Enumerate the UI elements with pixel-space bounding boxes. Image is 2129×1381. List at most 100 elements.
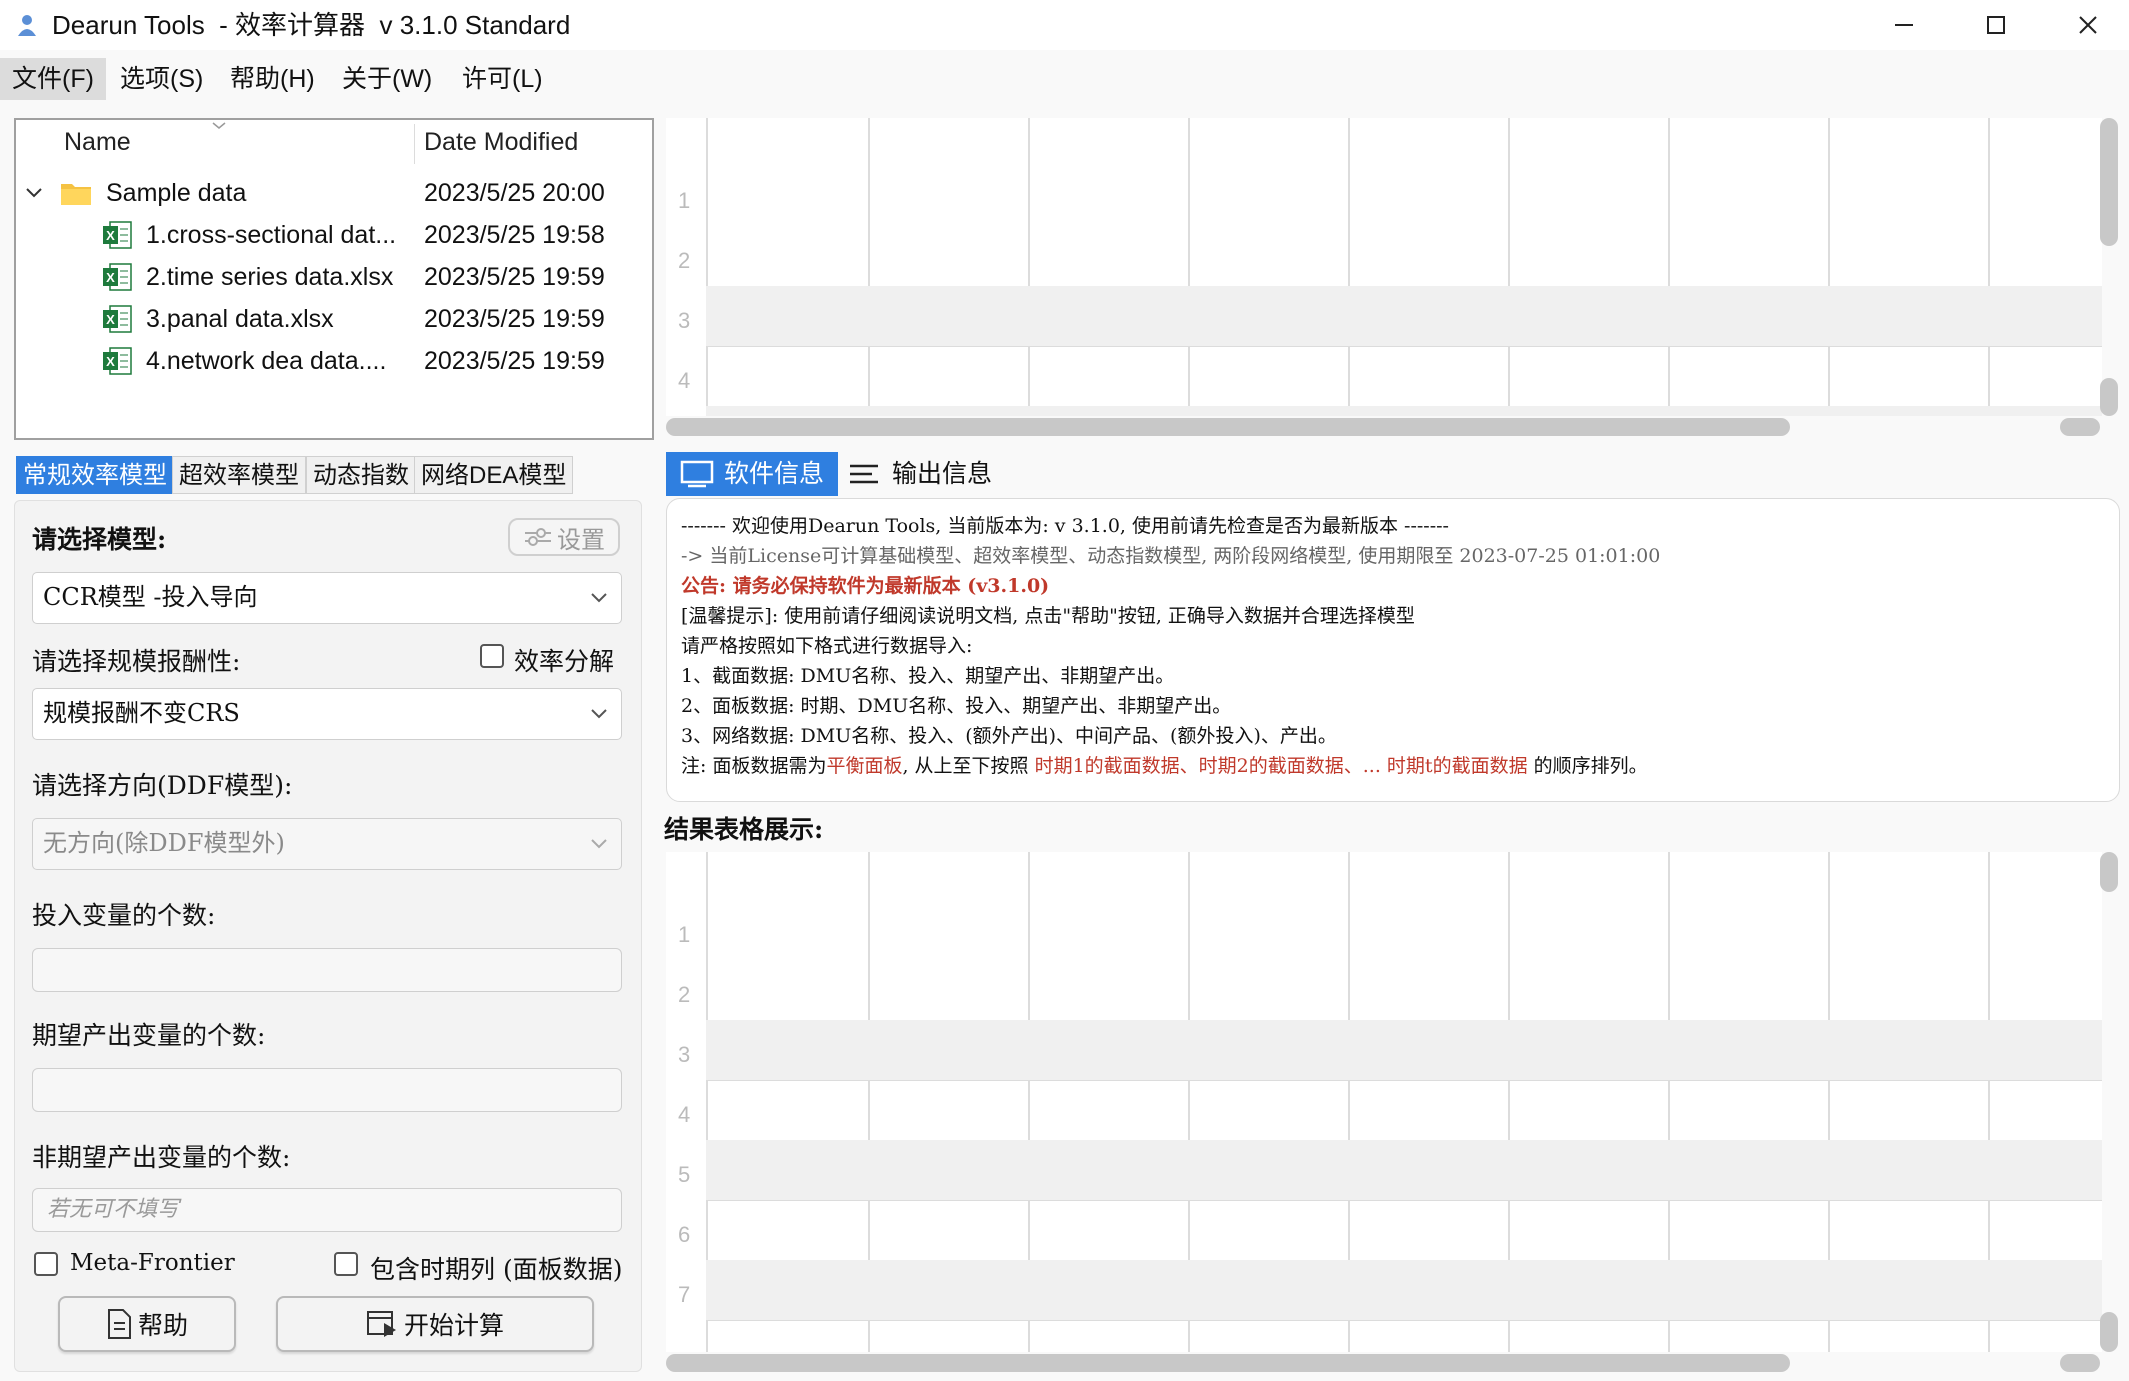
- start-compute-label: 开始计算: [403, 1311, 504, 1340]
- row-number: 1: [678, 188, 691, 213]
- tab-super-efficiency[interactable]: 超效率模型: [172, 456, 306, 494]
- file-name: 3.panal data.xlsx: [146, 305, 334, 333]
- undesirable-count-label: 非期望产出变量的个数:: [32, 1143, 291, 1172]
- results-vertical-scrollbar[interactable]: [2100, 852, 2118, 892]
- row-number: 3: [678, 1042, 691, 1067]
- file-name: 1.cross-sectional dat...: [146, 221, 397, 249]
- column-divider[interactable]: [414, 124, 415, 164]
- file-name: 2.time series data.xlsx: [146, 263, 394, 291]
- monitor-icon: [680, 460, 714, 488]
- folder-name: Sample data: [106, 179, 247, 207]
- results-horizontal-scrollbar-end[interactable]: [2060, 1354, 2100, 1372]
- column-header-name[interactable]: Name: [64, 128, 131, 157]
- row-number: 4: [678, 1102, 691, 1127]
- results-horizontal-scrollbar[interactable]: [666, 1354, 1790, 1372]
- desirable-count-field[interactable]: [32, 1068, 622, 1112]
- window-title: Dearun Tools - 效率计算器 v 3.1.0 Standard: [52, 10, 571, 40]
- tree-file-row[interactable]: X 4.network dea data.... 2023/5/25 19:59: [16, 340, 652, 382]
- svg-text:X: X: [106, 270, 115, 285]
- title-bar: Dearun Tools - 效率计算器 v 3.1.0 Standard: [0, 0, 2129, 50]
- undesirable-placeholder: 若无可不填写: [47, 1197, 180, 1222]
- menu-about[interactable]: 关于(W): [330, 58, 444, 100]
- decompose-checkbox[interactable]: [480, 644, 504, 668]
- tab-output-info[interactable]: 输出信息: [834, 452, 1006, 496]
- file-date: 2023/5/25 19:59: [424, 263, 605, 291]
- folder-date: 2023/5/25 20:00: [424, 179, 605, 207]
- undesirable-count-field[interactable]: 若无可不填写: [32, 1188, 622, 1232]
- tree-folder-row[interactable]: Sample data 2023/5/25 20:00: [16, 172, 652, 214]
- horizontal-scrollbar-end[interactable]: [2060, 418, 2100, 436]
- license-line: -> 当前License可计算基础模型、超效率模型、动态指数模型, 两阶段网络模…: [681, 545, 1661, 567]
- help-button[interactable]: 帮助: [58, 1296, 236, 1352]
- tree-file-row[interactable]: X 1.cross-sectional dat... 2023/5/25 19:…: [16, 214, 652, 256]
- svg-text:X: X: [106, 312, 115, 327]
- welcome-line: ------- 欢迎使用Dearun Tools, 当前版本为: v 3.1.0…: [681, 515, 1449, 537]
- include-period-label: 包含时期列 (面板数据): [370, 1255, 623, 1284]
- app-icon: [16, 12, 38, 38]
- file-name: 4.network dea data....: [146, 347, 387, 375]
- results-table-label: 结果表格展示:: [664, 815, 824, 844]
- format-line-3: 3、网络数据: DMU名称、投入、(额外产出)、中间产品、(额外投入)、产出。: [681, 725, 1337, 747]
- start-compute-button[interactable]: 开始计算: [276, 1296, 594, 1352]
- menu-help[interactable]: 帮助(H): [218, 58, 327, 100]
- minimize-button[interactable]: [1858, 0, 1950, 50]
- settings-label: 设置: [557, 526, 605, 554]
- include-period-checkbox[interactable]: [334, 1252, 358, 1276]
- column-header-date[interactable]: Date Modified: [424, 128, 578, 157]
- tab-software-info-label: 软件信息: [724, 460, 825, 488]
- tab-dynamic-index[interactable]: 动态指数: [306, 456, 416, 494]
- excel-icon: X: [103, 305, 132, 333]
- desirable-count-label: 期望产出变量的个数:: [32, 1021, 266, 1050]
- direction-label: 请选择方向(DDF模型):: [32, 771, 293, 800]
- format-line-1: 1、截面数据: DMU名称、投入、期望产出、非期望产出。: [681, 665, 1175, 687]
- vertical-scrollbar-end[interactable]: [2100, 378, 2118, 416]
- meta-frontier-checkbox[interactable]: [34, 1252, 58, 1276]
- meta-frontier-label: Meta-Frontier: [70, 1250, 235, 1276]
- note-line: 注: 面板数据需为平衡面板, 从上至下按照 时期1的截面数据、时期2的截面数据、…: [681, 755, 1648, 777]
- tree-file-row[interactable]: X 2.time series data.xlsx 2023/5/25 19:5…: [16, 256, 652, 298]
- tip-line: [温馨提示]: 使用前请仔细阅读说明文档, 点击"帮助"按钮, 正确导入数据并合…: [681, 605, 1415, 627]
- file-tree[interactable]: Name Date Modified Sample data 2023/5/25…: [14, 118, 654, 440]
- menu-bar: 文件(F) 选项(S) 帮助(H) 关于(W) 许可(L): [0, 58, 2129, 100]
- returns-label: 请选择规模报酬性:: [32, 647, 241, 676]
- compute-icon: [366, 1311, 396, 1337]
- menu-license[interactable]: 许可(L): [450, 58, 555, 100]
- inputs-count-label: 投入变量的个数:: [32, 901, 216, 930]
- file-date: 2023/5/25 19:58: [424, 221, 605, 249]
- menu-file[interactable]: 文件(F): [0, 58, 106, 100]
- returns-select[interactable]: 规模报酬不变CRS: [32, 688, 622, 740]
- tab-network-dea[interactable]: 网络DEA模型: [414, 456, 574, 494]
- direction-select[interactable]: 无方向(除DDF模型外): [32, 818, 622, 870]
- returns-select-value: 规模报酬不变CRS: [43, 699, 240, 727]
- excel-icon: X: [103, 263, 132, 291]
- file-date: 2023/5/25 19:59: [424, 347, 605, 375]
- maximize-button[interactable]: [1950, 0, 2042, 50]
- model-settings-panel: [14, 500, 642, 1372]
- format-line-2: 2、面板数据: 时期、DMU名称、投入、期望产出、非期望产出。: [681, 695, 1232, 717]
- svg-text:X: X: [106, 228, 115, 243]
- inputs-count-field[interactable]: [32, 948, 622, 992]
- vertical-scrollbar[interactable]: [2100, 118, 2118, 246]
- row-number: 3: [678, 308, 691, 333]
- tab-regular-efficiency[interactable]: 常规效率模型: [16, 456, 174, 494]
- chevron-down-icon: [591, 593, 607, 603]
- sliders-icon: [525, 528, 551, 546]
- results-grid[interactable]: 1 2 3 4 5 6 7: [666, 852, 2102, 1352]
- list-icon: [850, 464, 878, 484]
- model-select[interactable]: CCR模型 -投入导向: [32, 572, 622, 624]
- help-button-label: 帮助: [137, 1311, 188, 1340]
- horizontal-scrollbar[interactable]: [666, 418, 1790, 436]
- close-button[interactable]: [2042, 0, 2129, 50]
- minimize-icon: [1895, 24, 1913, 26]
- row-number: 2: [678, 982, 691, 1007]
- results-vertical-scrollbar-end[interactable]: [2100, 1312, 2118, 1352]
- decompose-label: 效率分解: [514, 647, 615, 676]
- settings-button[interactable]: 设置: [508, 518, 620, 556]
- maximize-icon: [1987, 16, 2005, 34]
- chevron-down-icon: [591, 709, 607, 719]
- tab-software-info[interactable]: 软件信息: [666, 452, 839, 496]
- expand-chevron-icon[interactable]: [24, 185, 44, 201]
- menu-options[interactable]: 选项(S): [108, 58, 215, 100]
- tree-file-row[interactable]: X 3.panal data.xlsx 2023/5/25 19:59: [16, 298, 652, 340]
- data-preview-grid[interactable]: 1 2 3 4: [666, 118, 2102, 416]
